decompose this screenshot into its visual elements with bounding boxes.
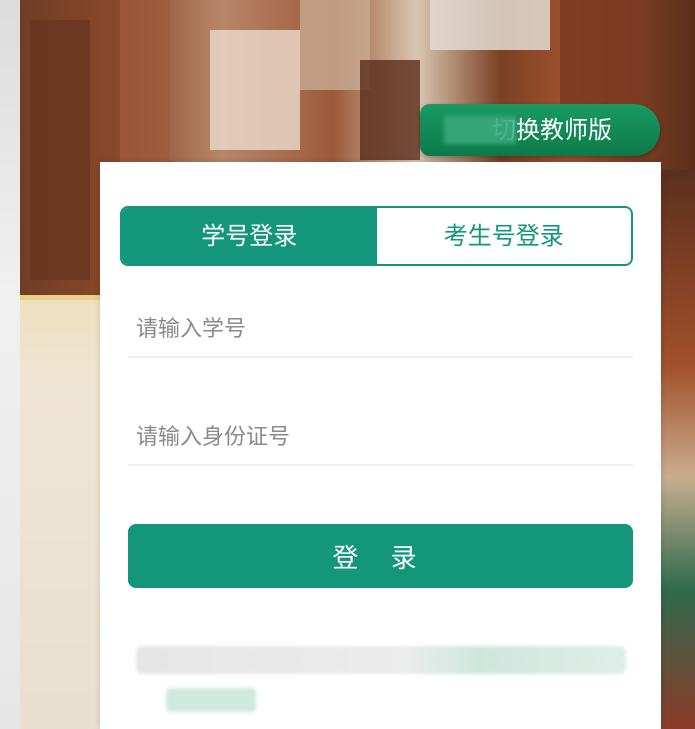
background-pixel-block xyxy=(30,20,90,280)
background-pixel-block xyxy=(560,0,640,110)
id-card-input[interactable] xyxy=(128,410,633,466)
login-tabs: 学号登录 考生号登录 xyxy=(120,206,633,266)
switch-teacher-version-button[interactable]: 切换教师版 xyxy=(420,104,660,156)
blurred-notice xyxy=(136,646,626,674)
tab-student-id-login[interactable]: 学号登录 xyxy=(122,208,377,264)
login-button[interactable]: 登 录 xyxy=(128,524,633,588)
background-pixel-block xyxy=(210,30,300,150)
blurred-link xyxy=(166,688,256,712)
background-left-strip xyxy=(0,0,20,729)
student-id-input[interactable] xyxy=(128,302,633,358)
background-pixel-block xyxy=(20,300,100,729)
background-pixel-block xyxy=(430,0,550,50)
background-pixel-block xyxy=(360,60,420,160)
blurred-region xyxy=(444,116,516,144)
login-card: 学号登录 考生号登录 登 录 xyxy=(100,162,661,729)
background-right-edge xyxy=(655,170,695,729)
tab-exam-number-login[interactable]: 考生号登录 xyxy=(376,208,631,264)
